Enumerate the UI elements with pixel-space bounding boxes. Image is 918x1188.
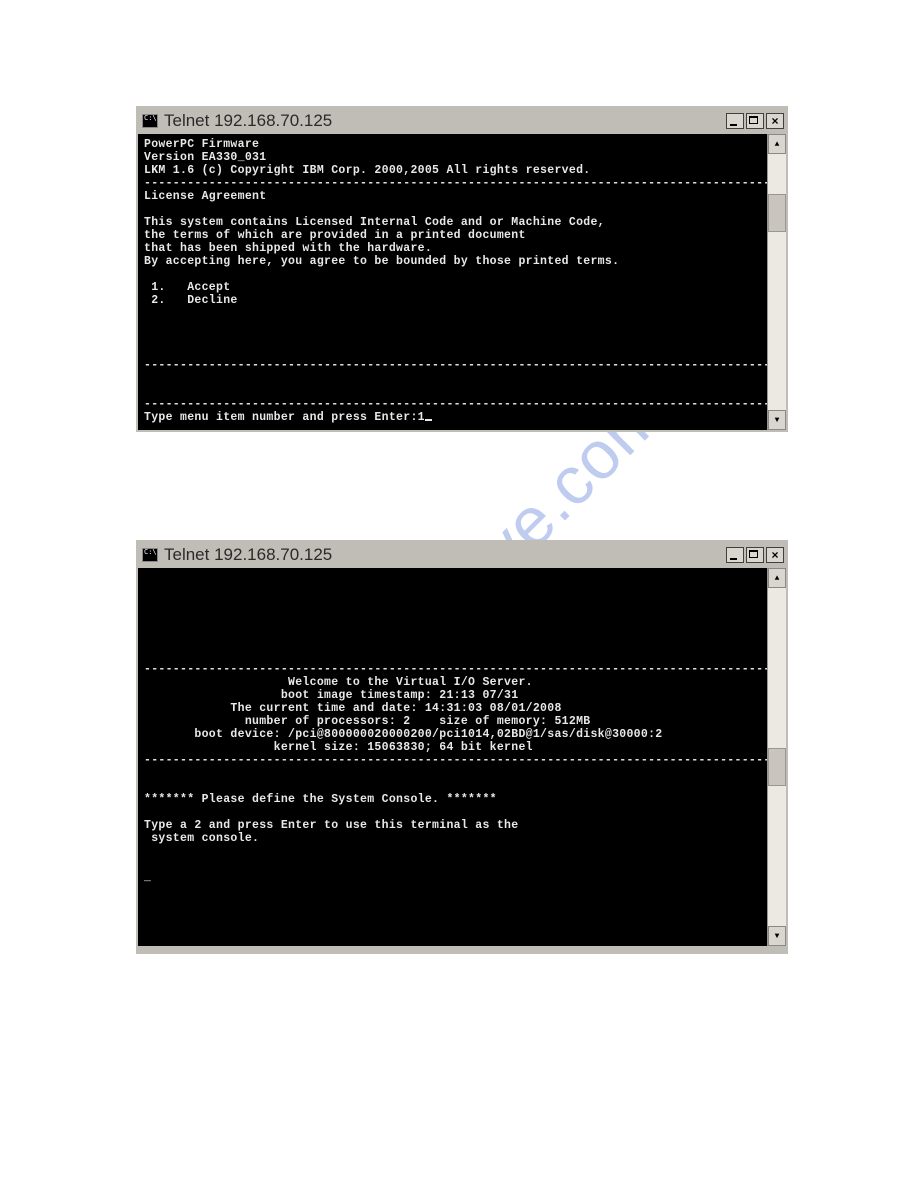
window-title: Telnet 192.168.70.125 (164, 111, 724, 131)
window-title: Telnet 192.168.70.125 (164, 545, 724, 565)
scroll-thumb[interactable] (768, 748, 786, 786)
scroll-up-button[interactable]: ▲ (768, 134, 786, 154)
welcome-line: Welcome to the Virtual I/O Server. (144, 676, 533, 689)
hr-2: ----------------------------------------… (144, 359, 767, 372)
boot-timestamp-line: boot image timestamp: 21:13 07/31 (144, 689, 518, 702)
license-text-1: This system contains Licensed Internal C… (144, 216, 605, 229)
scroll-thumb[interactable] (768, 194, 786, 232)
cmd-icon-label: C:\ (144, 549, 157, 556)
scroll-track[interactable] (768, 154, 786, 410)
scroll-down-button[interactable]: ▼ (768, 926, 786, 946)
license-text-3: that has been shipped with the hardware. (144, 242, 432, 255)
cmd-icon-label: C:\ (144, 115, 157, 122)
minimize-button[interactable] (726, 113, 744, 129)
instruction-line-1: Type a 2 and press Enter to use this ter… (144, 819, 518, 832)
terminal-output-1[interactable]: PowerPC Firmware Version EA330_031 LKM 1… (138, 134, 767, 430)
titlebar-2[interactable]: C:\ Telnet 192.168.70.125 × (138, 542, 786, 568)
vertical-scrollbar-1[interactable]: ▲ ▼ (767, 134, 786, 430)
minimize-button[interactable] (726, 547, 744, 563)
instruction-line-2: system console. (144, 832, 259, 845)
menu-option-decline: 2. Decline (144, 294, 238, 307)
hr-1: ----------------------------------------… (144, 663, 767, 676)
license-heading: License Agreement (144, 190, 266, 203)
maximize-button[interactable] (746, 547, 764, 563)
cmd-icon: C:\ (142, 114, 158, 128)
fw-line-1: Version EA330_031 (144, 151, 266, 164)
cursor-line: _ (144, 871, 151, 884)
prompt-line: Type menu item number and press Enter:1 (144, 411, 425, 424)
scroll-down-button[interactable]: ▼ (768, 410, 786, 430)
hr-1: ----------------------------------------… (144, 177, 767, 190)
license-text-2: the terms of which are provided in a pri… (144, 229, 526, 242)
client-area-1: PowerPC Firmware Version EA330_031 LKM 1… (138, 134, 786, 430)
hr-3: ----------------------------------------… (144, 398, 767, 411)
scroll-track[interactable] (768, 588, 786, 926)
telnet-window-2: C:\ Telnet 192.168.70.125 × ------------… (136, 540, 788, 954)
maximize-button[interactable] (746, 113, 764, 129)
terminal-output-2[interactable]: ----------------------------------------… (138, 568, 767, 946)
kernel-size-line: kernel size: 15063830; 64 bit kernel (144, 741, 533, 754)
cmd-icon: C:\ (142, 548, 158, 562)
menu-option-accept: 1. Accept (144, 281, 230, 294)
boot-device-line: boot device: /pci@800000020000200/pci101… (144, 728, 662, 741)
text-cursor (425, 419, 432, 421)
hr-2: ----------------------------------------… (144, 754, 767, 767)
client-area-2: ----------------------------------------… (138, 568, 786, 946)
fw-line-0: PowerPC Firmware (144, 138, 259, 151)
vertical-scrollbar-2[interactable]: ▲ ▼ (767, 568, 786, 946)
processors-memory-line: number of processors: 2 size of memory: … (144, 715, 590, 728)
scroll-up-button[interactable]: ▲ (768, 568, 786, 588)
license-text-4: By accepting here, you agree to be bound… (144, 255, 619, 268)
current-time-line: The current time and date: 14:31:03 08/0… (144, 702, 562, 715)
titlebar-1[interactable]: C:\ Telnet 192.168.70.125 × (138, 108, 786, 134)
close-button[interactable]: × (766, 547, 784, 563)
telnet-window-1: C:\ Telnet 192.168.70.125 × PowerPC Firm… (136, 106, 788, 432)
close-button[interactable]: × (766, 113, 784, 129)
fw-line-2: LKM 1.6 (c) Copyright IBM Corp. 2000,200… (144, 164, 590, 177)
define-console-line: ******* Please define the System Console… (144, 793, 497, 806)
